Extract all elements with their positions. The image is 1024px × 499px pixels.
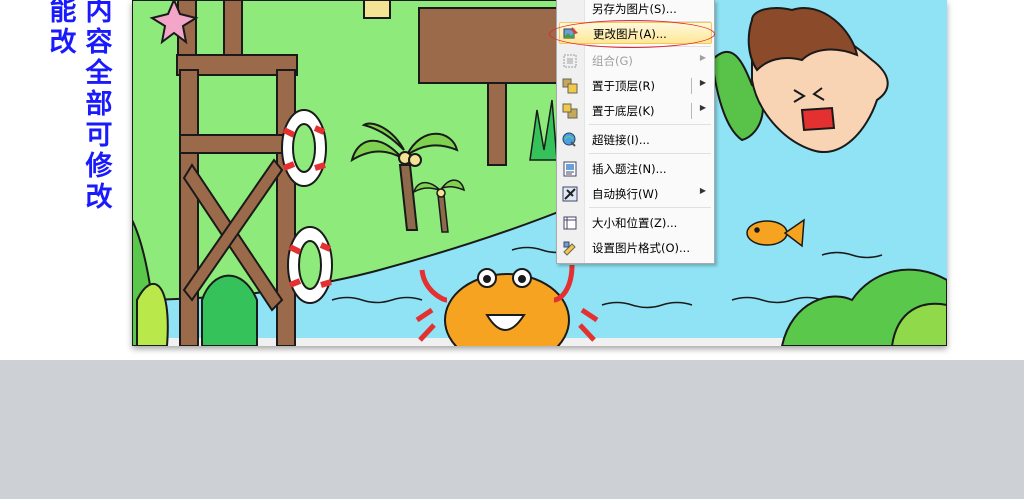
left-bush-2 [136,282,169,346]
split-divider [691,78,692,94]
menu-item-label: 组合(G) [592,54,633,68]
hyperlink-icon [562,132,578,148]
menu-separator [589,124,711,125]
menu-item-insert-caption[interactable]: 插入题注(N)... [559,158,712,180]
send-to-back-icon [562,103,578,119]
green-shrub [201,274,258,346]
menu-item-label: 置于底层(K) [592,104,655,118]
menu-item-text-wrap[interactable]: 自动换行(W) ▶ [559,183,712,205]
menu-item-group[interactable]: 组合(G) ▶ [559,50,712,72]
workspace-background [0,360,1024,499]
text-wrap-icon [562,186,578,202]
menu-item-label: 另存为图片(S)... [592,2,677,16]
group-icon [562,53,578,69]
menu-item-label: 大小和位置(Z)... [592,216,678,230]
submenu-arrow-icon[interactable]: ▶ [700,78,706,87]
cartoon-illustration[interactable] [132,0,947,346]
submenu-arrow-icon: ▶ [699,53,706,62]
format-picture-icon [562,240,578,256]
menu-item-bring-to-front[interactable]: 置于顶层(R) ▶ [559,75,712,97]
submenu-arrow-icon[interactable]: ▶ [700,103,706,112]
side-caption-col2: 内容全部可修改 [85,0,113,213]
submenu-arrow-icon: ▶ [699,186,706,195]
bring-to-front-icon [562,78,578,94]
size-position-icon [562,215,578,231]
menu-item-save-as-picture[interactable]: 另存为图片(S)... [559,0,712,20]
side-caption-col1: 能改 [49,0,77,58]
menu-item-format-picture[interactable]: 设置图片格式(O)... [559,237,712,259]
life-ring-2 [287,226,333,304]
insert-caption-icon [562,161,578,177]
highlight-annotation-ellipse [549,20,715,48]
menu-item-size-position[interactable]: 大小和位置(Z)... [559,212,712,234]
menu-separator [589,207,711,208]
menu-separator [589,153,711,154]
menu-item-label: 设置图片格式(O)... [592,241,690,255]
menu-item-label: 自动换行(W) [592,187,659,201]
menu-item-send-to-back[interactable]: 置于底层(K) ▶ [559,100,712,122]
menu-item-hyperlink[interactable]: 超链接(I)... [559,129,712,151]
menu-item-label: 插入题注(N)... [592,162,667,176]
split-divider [691,103,692,119]
illustration-svg [132,0,947,346]
yellow-object [363,0,391,19]
menu-item-label: 超链接(I)... [592,133,650,147]
menu-item-label: 置于顶层(R) [592,79,655,93]
life-ring-1 [281,109,327,187]
